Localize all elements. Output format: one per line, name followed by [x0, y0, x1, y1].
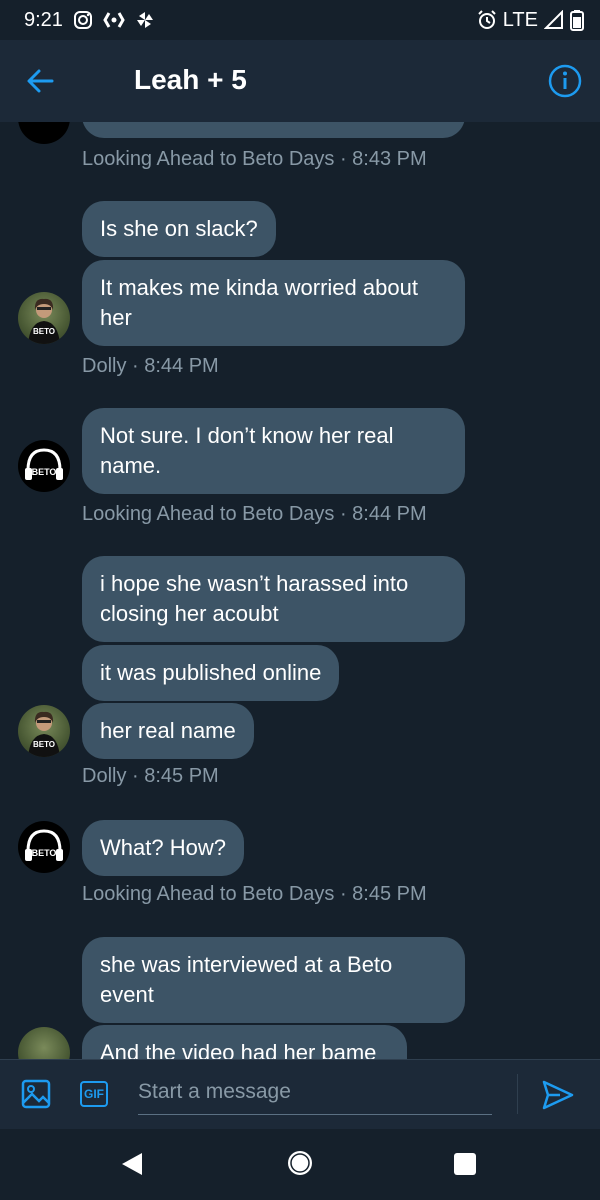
message-text: Is she on slack? [100, 216, 258, 241]
arrow-left-icon [27, 69, 54, 93]
avatar[interactable]: BETO [18, 440, 70, 492]
battery-icon [570, 9, 584, 31]
message-text: Not sure. I don’t know her real name. [100, 423, 394, 478]
conversation-header: Leah + 5 [0, 40, 600, 122]
message-bubble[interactable] [82, 122, 465, 138]
back-button[interactable] [24, 64, 58, 98]
message-text: i hope she wasn’t harassed into closing … [100, 571, 409, 626]
nav-home-button[interactable] [286, 1149, 314, 1182]
avatar[interactable] [18, 1027, 70, 1059]
message-bubble[interactable]: Is she on slack? [82, 201, 276, 257]
home-circle-icon [288, 1151, 312, 1175]
message-text: It makes me kinda worried about her [100, 275, 418, 330]
network-label: LTE [502, 8, 538, 31]
message-bubble[interactable]: it was published online [82, 645, 340, 701]
message-bubble[interactable]: Not sure. I don’t know her real name. [82, 408, 465, 494]
send-icon [542, 1080, 574, 1110]
svg-text:BETO: BETO [33, 327, 55, 336]
message-bubble[interactable]: her real name [82, 703, 254, 759]
message-meta: Looking Ahead to Beto Days · 8:45 PM [82, 883, 427, 905]
avatar[interactable]: BETO [18, 705, 70, 757]
status-bar: 9:21 LTE [0, 0, 600, 40]
svg-text:BETO: BETO [32, 467, 57, 477]
avatar-image: BETO [28, 711, 60, 757]
system-nav-bar [0, 1129, 600, 1200]
message-meta: Looking Ahead to Beto Days · 8:43 PM [82, 148, 427, 170]
message-text: her real name [100, 718, 236, 743]
triangle-back-icon [122, 1153, 142, 1175]
avatar-image: BETO [28, 298, 60, 344]
info-button[interactable] [548, 64, 582, 98]
message-meta: Dolly · 8:44 PM [82, 355, 219, 377]
message-text: she was interviewed at a Beto event [100, 952, 393, 1007]
message-text: And the video had her bame [100, 1040, 377, 1059]
svg-text:BETO: BETO [33, 740, 55, 749]
message-composer: GIF [0, 1059, 600, 1129]
image-icon [21, 1079, 51, 1109]
status-time: 9:21 [24, 8, 63, 31]
gif-button[interactable]: GIF [80, 1081, 108, 1107]
send-button[interactable] [540, 1078, 576, 1112]
divider [517, 1074, 518, 1114]
pinwheel-icon [135, 10, 155, 30]
message-bubble[interactable]: What? How? [82, 820, 244, 876]
message-bubble[interactable]: And the video had her bame [82, 1025, 407, 1059]
message-text: What? How? [100, 835, 226, 860]
instagram-icon [73, 10, 93, 30]
message-bubble[interactable]: she was interviewed at a Beto event [82, 937, 465, 1023]
conversation-title[interactable]: Leah + 5 [134, 64, 247, 96]
nav-back-button[interactable] [120, 1151, 144, 1182]
message-meta: Looking Ahead to Beto Days · 8:44 PM [82, 503, 427, 525]
avatar[interactable]: BETO [18, 821, 70, 873]
info-icon [548, 64, 582, 98]
avatar[interactable] [18, 122, 70, 144]
app-icon [103, 10, 125, 30]
headphones-logo-icon: BETO [25, 829, 63, 861]
media-button[interactable] [20, 1078, 52, 1110]
message-list[interactable]: Looking Ahead to Beto Days · 8:43 PM Is … [0, 122, 600, 1059]
signal-icon [544, 10, 564, 30]
message-input[interactable] [138, 1070, 492, 1115]
message-meta: Dolly · 8:45 PM [82, 765, 219, 787]
nav-recents-button[interactable] [454, 1153, 476, 1175]
svg-text:BETO: BETO [32, 848, 57, 858]
headphones-logo-icon: BETO [25, 448, 63, 480]
message-bubble[interactable]: It makes me kinda worried about her [82, 260, 465, 346]
alarm-icon [477, 10, 497, 30]
avatar[interactable]: BETO [18, 292, 70, 344]
message-text: it was published online [100, 660, 322, 685]
message-bubble[interactable]: i hope she wasn’t harassed into closing … [82, 556, 465, 642]
